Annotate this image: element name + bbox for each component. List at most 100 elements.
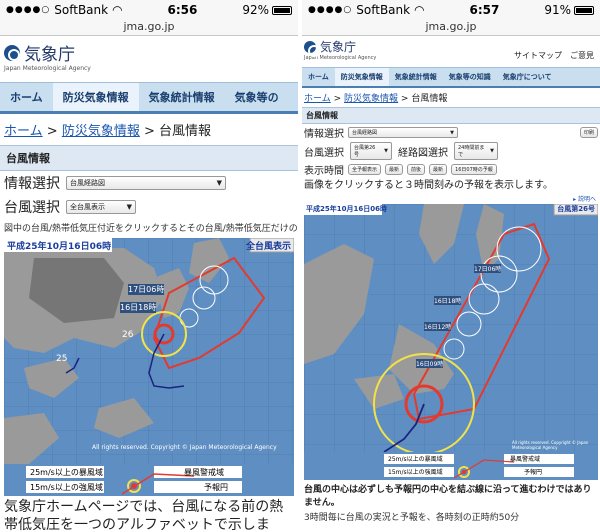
signal-icon: ●●●●○: [308, 5, 353, 15]
breadcrumb-separator: >: [143, 124, 155, 139]
battery-percent: 91%: [544, 3, 571, 17]
logo-subtitle: Japan Meteorological Agency: [4, 65, 91, 72]
typhoon-number-26: 26: [122, 330, 134, 340]
sitemap-link[interactable]: サイトマップ: [514, 50, 562, 61]
forecast-label-1609: 16日09時: [416, 359, 444, 368]
typhoon-select-row: 台風選択 台風第26号 ▼ 経路図選択 24時間前まで ▼: [302, 141, 600, 161]
breadcrumb-current: 台風情報: [159, 124, 212, 139]
info-select-value: 台風経路図: [352, 130, 378, 136]
map-legend: 25m/s以上の暴風域 15m/s以上の強風域 暴風警戒域 予報円: [304, 452, 598, 480]
typhoon-map[interactable]: 平成25年10月16日06時 台風第26号 17日06時 16日18時 16日1…: [304, 204, 598, 452]
typhoon-select-label: 台風選択: [304, 147, 344, 159]
page-content: 気象庁 Japan Meteorological Agency サイトマップ ご…: [302, 36, 600, 532]
breadcrumb-home[interactable]: ホーム: [4, 124, 43, 139]
wifi-icon: ◠: [112, 3, 123, 17]
breadcrumb-separator: >: [400, 94, 409, 104]
clock: 6:56: [167, 3, 198, 17]
info-select-row: 情報選択 台風経路図 ▼: [0, 171, 298, 195]
tab-statistics[interactable]: 気象統計情報: [139, 83, 225, 111]
jma-logo[interactable]: 気象庁: [304, 38, 376, 57]
map-copyright: All rights reserved. Copyright © Japan M…: [512, 440, 589, 450]
update-text: 3時間毎に台風の実況と予報を、各時刻の正時約50分: [304, 513, 520, 524]
tab-disaster-info[interactable]: 防災気象情報: [334, 68, 389, 86]
explain-link-label: 説明へ: [577, 196, 596, 203]
tab-about[interactable]: 気象庁について: [497, 68, 558, 86]
legend-strong: 15m/s以上の強風域: [30, 483, 103, 492]
legend-forecast: 予報円: [204, 483, 228, 492]
forecast-time-button[interactable]: 16日07時の予報: [451, 164, 497, 175]
route-select-label: 経路図選択: [398, 147, 448, 159]
wifi-icon: ◠: [414, 3, 425, 17]
time-label: 表示時間: [304, 166, 344, 177]
tab-home[interactable]: ホーム: [0, 83, 53, 111]
latest-button[interactable]: 最新: [385, 164, 404, 175]
explain-link[interactable]: ▸ 説明へ: [302, 193, 600, 204]
map-date: 平成25年10月16日06時: [306, 205, 387, 213]
map-legend: 25m/s以上の暴風域 15m/s以上の強風域 暴風警戒域 予報円: [4, 464, 294, 496]
print-button[interactable]: 印刷: [579, 127, 598, 138]
global-nav: ホーム 防災気象情報 気象統計情報 気象等の: [0, 82, 298, 114]
breadcrumb: ホーム > 防災気象情報 > 台風情報: [0, 114, 298, 145]
info-select-label: 情報選択: [304, 129, 344, 140]
global-nav: ホーム 防災気象情報 気象統計情報 気象等の知識 気象庁について: [302, 67, 600, 88]
map-date: 平成25年10月16日06時: [7, 242, 112, 252]
chevron-down-icon: ▼: [216, 179, 222, 187]
map-copyright: All rights reserved. Copyright © Japan M…: [92, 444, 277, 451]
breadcrumb-home[interactable]: ホーム: [304, 94, 331, 104]
breadcrumb-separator: >: [46, 124, 58, 139]
top-links: サイトマップ ご意見: [510, 50, 598, 61]
forecast-label-17: 17日06時: [128, 284, 165, 295]
forecast-label-1612: 16日12時: [424, 322, 452, 331]
tab-knowledge[interactable]: 気象等の知識: [443, 68, 497, 86]
info-select[interactable]: 台風経路図 ▼: [348, 127, 458, 138]
typhoon-map[interactable]: 平成25年10月16日06時 全台風表示 17日06時 16日18時 26 25…: [4, 238, 294, 464]
chevron-down-icon: ▼: [450, 129, 454, 136]
chevron-down-icon: ▼: [126, 203, 132, 211]
forecast-label-17: 17日06時: [474, 264, 502, 273]
route-select[interactable]: 24時間前まで ▼: [454, 142, 498, 160]
tab-disaster-info[interactable]: 防災気象情報: [52, 83, 139, 111]
breadcrumb: ホーム > 防災気象情報 > 台風情報: [302, 88, 600, 107]
url-bar[interactable]: jma.go.jp: [302, 20, 600, 36]
legend-storm: 25m/s以上の暴風域: [30, 468, 103, 477]
tab-home[interactable]: ホーム: [302, 68, 335, 86]
breadcrumb-separator: >: [333, 94, 342, 104]
jma-logo[interactable]: 気象庁: [0, 36, 298, 65]
logo-title: 気象庁: [24, 45, 75, 65]
box-title: 台風情報: [0, 145, 298, 171]
status-bar: ●●●●○ SoftBank ◠ 6:56 92%: [0, 0, 298, 20]
feedback-link[interactable]: ご意見: [570, 50, 594, 61]
legend-warning: 暴風警戒域: [510, 456, 541, 463]
battery-fill: [273, 7, 290, 13]
instruction-text: 画像をクリックすると３時間刻みの予報を表示します。: [304, 180, 553, 191]
info-select[interactable]: 台風経路図 ▼: [66, 176, 226, 190]
signal-icon: ●●●●○: [6, 5, 51, 15]
status-bar: ●●●●○ SoftBank ◠ 6:57 91%: [302, 0, 600, 20]
map-badge: 全台風表示: [245, 242, 291, 252]
typhoon-select-row: 台風選択 全台風表示 ▼: [0, 195, 298, 219]
caution-text: 台風の中心は必ずしも予報円の中心を結ぶ線に沿って進むわけではありません。: [304, 485, 592, 508]
typhoon-select[interactable]: 台風第26号 ▼: [350, 142, 392, 160]
breadcrumb-section[interactable]: 防災気象情報: [344, 94, 398, 104]
latest-button-2[interactable]: 最新: [429, 164, 448, 175]
legend-storm: 25m/s以上の暴風域: [388, 456, 443, 463]
tab-knowledge[interactable]: 気象等の: [225, 83, 289, 111]
prev-next-button[interactable]: 前後: [407, 164, 426, 175]
map-badge: 台風第26号: [557, 205, 595, 213]
forecast-label-16: 16日18時: [120, 302, 157, 313]
typhoon-select[interactable]: 全台風表示 ▼: [66, 200, 136, 214]
legend-warning: 暴風警戒域: [184, 468, 224, 477]
route-select-value: 24時間前まで: [458, 145, 485, 158]
right-screenshot: ●●●●○ SoftBank ◠ 6:57 91% jma.go.jp 気象庁 …: [302, 0, 600, 532]
breadcrumb-section[interactable]: 防災気象情報: [62, 124, 140, 139]
legend-strong: 15m/s以上の強風域: [388, 469, 443, 476]
all-forecast-button[interactable]: 全予報表示: [348, 164, 382, 175]
breadcrumb-current: 台風情報: [411, 94, 448, 104]
legend-graphic: [304, 452, 598, 480]
header: 気象庁 Japan Meteorological Agency サイトマップ ご…: [302, 36, 600, 61]
instruction-note: 図中の台風/熱帯低気圧付近をクリックするとその台風/熱帯低気圧だけの経路: [4, 224, 298, 234]
info-select-value: 台風経路図: [70, 179, 105, 187]
tab-statistics[interactable]: 気象統計情報: [389, 68, 443, 86]
box-title: 台風情報: [302, 107, 600, 124]
url-bar[interactable]: jma.go.jp: [0, 20, 298, 36]
